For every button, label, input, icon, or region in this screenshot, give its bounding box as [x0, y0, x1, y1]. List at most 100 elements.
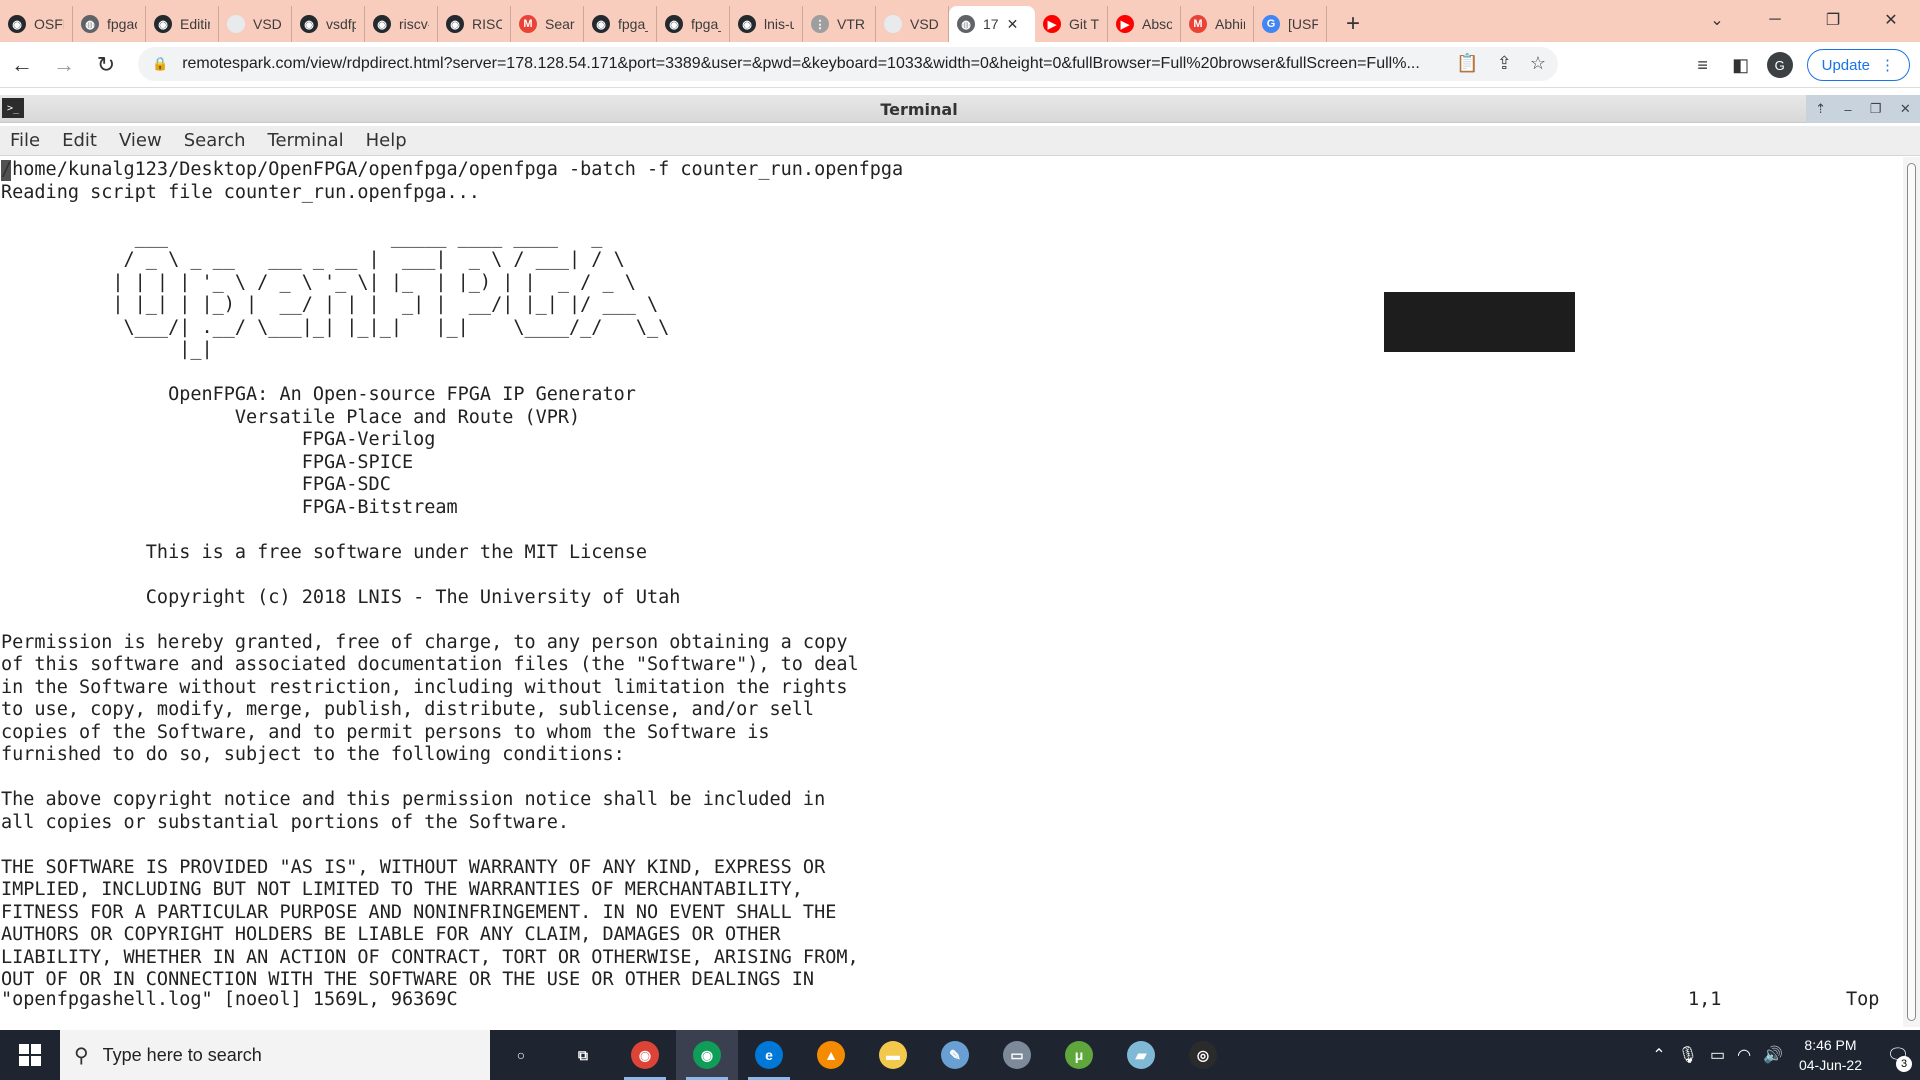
taskbar-app[interactable]: e — [738, 1030, 800, 1080]
address-bar[interactable]: 🔒 remotespark.com/view/rdpdirect.html?se… — [138, 47, 1558, 81]
browser-tab[interactable]: ◉ lnis-u — [730, 6, 803, 42]
terminal-line: FPGA-SDC — [1, 474, 391, 495]
utorrent-icon: μ — [1065, 1041, 1093, 1069]
paint-icon: ✎ — [941, 1041, 969, 1069]
menu-view[interactable]: View — [119, 130, 162, 151]
kebab-menu-icon: ⋮ — [1880, 57, 1895, 74]
taskbar-app[interactable]: μ — [1048, 1030, 1110, 1080]
taskbar-search[interactable]: ⚲ Type here to search — [60, 1030, 490, 1080]
scrollbar-thumb[interactable] — [1907, 163, 1916, 1021]
taskbar-app[interactable]: ▬ — [862, 1030, 924, 1080]
taskbar-app[interactable]: ▭ — [986, 1030, 1048, 1080]
redaction-box — [1384, 292, 1575, 352]
vlc-icon: ▲ — [817, 1041, 845, 1069]
google-icon: G — [1262, 15, 1280, 33]
close-icon[interactable]: ✕ — [1862, 0, 1920, 40]
start-button[interactable] — [0, 1030, 60, 1080]
volume-icon[interactable]: 🔊 — [1763, 1045, 1783, 1065]
minimize-icon[interactable]: ─ — [1746, 0, 1804, 40]
terminal-window-controls: ⇡ – ❐ ✕ — [1806, 95, 1920, 123]
browser-tab[interactable]: G [USF- — [1254, 6, 1327, 42]
browser-tab[interactable]: ◉ riscv- — [365, 6, 438, 42]
browser-tab[interactable]: ◉ Editin — [146, 6, 219, 42]
terminal-line: OpenFPGA: An Open-source FPGA IP Generat… — [1, 384, 636, 405]
wifi-icon[interactable]: ◠ — [1737, 1045, 1751, 1065]
terminal-line: FITNESS FOR A PARTICULAR PURPOSE AND NON… — [1, 901, 837, 923]
taskbar-app[interactable]: ◎ — [1172, 1030, 1234, 1080]
vim-status-scroll: Top — [1846, 989, 1880, 1010]
chevron-up-icon[interactable]: ⌃ — [1652, 1045, 1665, 1065]
shade-up-icon[interactable]: ⇡ — [1815, 101, 1826, 117]
browser-tab[interactable]: ◉ vsdfp — [292, 6, 365, 42]
menu-terminal[interactable]: Terminal — [268, 130, 344, 151]
notification-center-button[interactable]: 🗨 3 — [1876, 1030, 1920, 1080]
lock-icon[interactable]: 🔒 — [152, 56, 168, 72]
browser-toolbar: ← → ↻ 🔒 remotespark.com/view/rdpdirect.h… — [0, 42, 1920, 88]
browser-tab[interactable]: VSDIA — [876, 6, 949, 42]
tab-title: OSFP — [34, 16, 64, 32]
new-tab-button[interactable]: + — [1335, 6, 1371, 42]
battery-icon[interactable]: ▭ — [1710, 1045, 1725, 1065]
tab-title: [USF- — [1288, 16, 1318, 32]
terminal-output-area[interactable]: /home/kunalg123/Desktop/OpenFPGA/openfpg… — [0, 157, 1903, 1027]
browser-tab[interactable]: ▶ Git Tu — [1035, 6, 1108, 42]
tab-title: vsdfp — [326, 16, 356, 32]
restore-icon[interactable]: ❐ — [1804, 0, 1862, 40]
update-button[interactable]: Update ⋮ — [1806, 49, 1910, 81]
taskbar-app[interactable]: ◉ — [614, 1030, 676, 1080]
tab-title: VSDIA — [910, 16, 940, 32]
tab-close-icon[interactable]: ✕ — [1007, 16, 1019, 33]
terminal-minimize-icon[interactable]: – — [1844, 102, 1851, 117]
media-queue-icon[interactable]: ≡ — [1691, 55, 1715, 76]
menu-edit[interactable]: Edit — [62, 130, 97, 151]
terminal-close-icon[interactable]: ✕ — [1900, 101, 1911, 117]
clock-date: 04-Jun-22 — [1798, 1057, 1862, 1073]
browser-tab[interactable]: VSDIA — [219, 6, 292, 42]
browser-tab[interactable]: ◍ fpgac — [73, 6, 146, 42]
terminal-line: AUTHORS OR COPYRIGHT HOLDERS BE LIABLE F… — [1, 924, 781, 945]
taskbar-app[interactable]: ⧉ — [552, 1030, 614, 1080]
terminal-maximize-icon[interactable]: ❐ — [1870, 101, 1882, 117]
browser-tab-strip: ◉ OSFP ◍ fpgac ◉ Editin VSDIA ◉ vsdfp ◉ riscv- ◉ RIS… — [0, 0, 1920, 42]
browser-tab[interactable]: ◍ 17 ✕ — [949, 6, 1035, 42]
update-label: Update — [1821, 56, 1870, 74]
browser-tab[interactable]: ◉ fpga_ — [657, 6, 730, 42]
url-text[interactable]: remotespark.com/view/rdpdirect.html?serv… — [182, 55, 1420, 73]
taskbar-app[interactable]: ◉ — [676, 1030, 738, 1080]
browser-tab[interactable]: ◉ RISC- — [438, 6, 511, 42]
browser-tab[interactable]: ▶ Absol — [1108, 6, 1181, 42]
tab-search-icon[interactable]: ⌄ — [1688, 0, 1746, 40]
profile-avatar[interactable]: G — [1766, 52, 1793, 78]
clock[interactable]: 8:46 PM 04-Jun-22 — [1799, 1035, 1862, 1075]
tab-title: fpga_ — [618, 16, 648, 32]
back-icon[interactable]: ← — [2, 45, 42, 85]
menu-search[interactable]: Search — [184, 130, 246, 151]
browser-tab[interactable]: ◉ OSFP — [0, 6, 73, 42]
terminal-scrollbar[interactable] — [1903, 157, 1920, 1027]
terminal-line: | | | | '_ \ / _ \ '_ \| |_ | |_) | | _ … — [1, 271, 636, 293]
share-icon[interactable]: ⇪ — [1497, 53, 1512, 74]
text-cursor — [1, 160, 11, 181]
clipboard-icon[interactable]: 📋 — [1456, 53, 1478, 74]
vim-status-file: "openfpgashell.log" [noeol] 1569L, 96369… — [1, 989, 458, 1010]
microphone-icon[interactable]: 🎙 — [1678, 1045, 1698, 1065]
forward-icon[interactable]: → — [44, 45, 84, 85]
terminal-line: FPGA-Bitstream — [1, 496, 458, 518]
taskbar-app[interactable]: ✎ — [924, 1030, 986, 1080]
menu-file[interactable]: File — [10, 130, 40, 151]
taskbar-app[interactable]: ○ — [490, 1030, 552, 1080]
taskbar-app[interactable]: ▰ — [1110, 1030, 1172, 1080]
browser-tab[interactable]: M Searc — [511, 6, 584, 42]
taskbar-app[interactable]: ▲ — [800, 1030, 862, 1080]
browser-tab[interactable]: ◉ fpga_ — [584, 6, 657, 42]
reload-icon[interactable]: ↻ — [86, 45, 126, 85]
youtube-icon: ▶ — [1043, 15, 1061, 33]
side-panel-icon[interactable]: ◧ — [1729, 55, 1753, 76]
browser-tab[interactable]: ⋮ VTR C — [803, 6, 876, 42]
bookmark-star-icon[interactable]: ☆ — [1530, 53, 1546, 74]
menu-help[interactable]: Help — [366, 130, 407, 151]
browser-tab[interactable]: M Abhir — [1181, 6, 1254, 42]
